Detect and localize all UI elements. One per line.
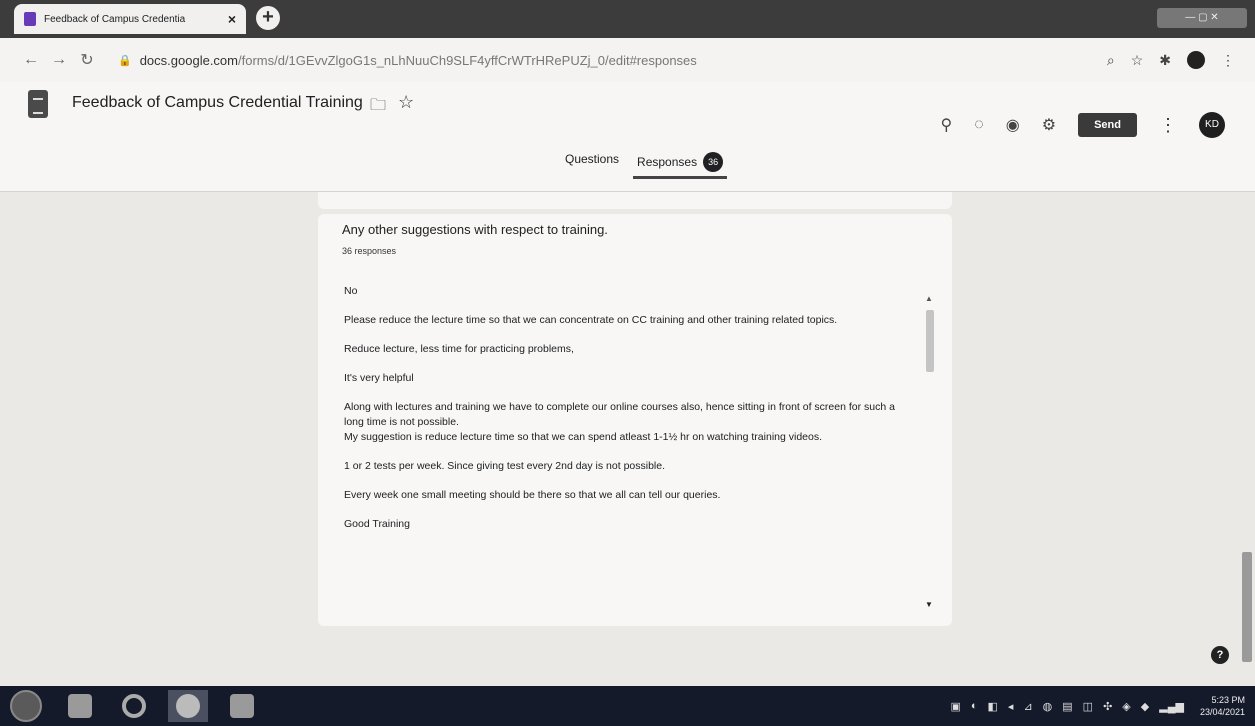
tray-icon[interactable]: ✣ (1103, 700, 1112, 713)
file-explorer-icon[interactable] (60, 690, 100, 722)
url-field[interactable]: docs.google.com/forms/d/1GEvvZlgoG1s_nLh… (140, 53, 1097, 68)
tray-icon[interactable]: ▤ (1062, 700, 1072, 713)
address-bar: ← → ↻ 🔒 docs.google.com/forms/d/1GEvvZlg… (0, 38, 1255, 82)
list-item: Please reduce the lecture time so that w… (344, 314, 838, 326)
question-summary-card: Any other suggestions with respect to tr… (318, 214, 952, 626)
tray-icon[interactable]: ◐ (971, 700, 978, 712)
start-button[interactable] (10, 690, 42, 722)
back-icon[interactable]: ← (20, 51, 42, 69)
scroll-thumb[interactable] (926, 310, 934, 372)
forward-icon[interactable]: → (48, 51, 70, 69)
addon-puzzle-icon[interactable]: ⚲ (941, 115, 953, 135)
search-icon[interactable]: ⌕ (1107, 52, 1115, 69)
form-header: Feedback of Campus Credential Training 🗀… (0, 82, 1255, 192)
scroll-up-arrow-icon[interactable]: ▲ (925, 294, 933, 303)
help-icon[interactable]: ? (1211, 646, 1229, 664)
tray-icon[interactable]: ◍ (1043, 700, 1053, 713)
signal-icon[interactable]: ▂▄▆ (1159, 700, 1184, 713)
clock[interactable]: 5:23 PM 23/04/2021 (1200, 694, 1245, 718)
bookmark-star-icon[interactable]: ☆ (1131, 52, 1144, 69)
tab-questions[interactable]: Questions (565, 148, 619, 179)
browser-menu-icon[interactable]: ⋮ (1221, 52, 1235, 69)
list-item: No (344, 285, 358, 297)
list-item: Good Training (344, 518, 410, 530)
tray-icon[interactable]: ◫ (1083, 700, 1093, 713)
responses-area: Any other suggestions with respect to tr… (0, 192, 1255, 686)
window-controls[interactable]: — ▢ ✕ (1157, 8, 1247, 28)
taskbar: ▣ ◐ ◧ ◂ ⊿ ◍ ▤ ◫ ✣ ◈ ◆ ▂▄▆ 5:23 PM 23/04/… (0, 686, 1255, 726)
lock-icon[interactable]: 🔒 (118, 54, 132, 67)
forms-logo-icon[interactable] (28, 90, 48, 118)
list-item: Every week one small meeting should be t… (344, 489, 721, 501)
volume-icon[interactable]: ◂ (1008, 700, 1014, 713)
extensions-icon[interactable]: ✱ (1159, 52, 1171, 69)
scroll-down-arrow-icon[interactable]: ▼ (925, 600, 933, 609)
system-tray: ▣ ◐ ◧ ◂ ⊿ ◍ ▤ ◫ ✣ ◈ ◆ ▂▄▆ 5:23 PM 23/04/… (950, 694, 1245, 718)
browser-tab[interactable]: Feedback of Campus Credentia × (14, 4, 246, 34)
list-item: It's very helpful (344, 372, 414, 384)
reload-icon[interactable]: ↻ (76, 50, 98, 70)
tray-icon[interactable]: ▣ (950, 700, 960, 713)
tab-close-icon[interactable]: × (228, 11, 236, 27)
question-title: Any other suggestions with respect to tr… (342, 222, 608, 237)
clock-date: 23/04/2021 (1199, 707, 1245, 717)
preview-eye-icon[interactable]: ◉ (1006, 115, 1020, 135)
opera-icon[interactable] (114, 690, 154, 722)
account-avatar[interactable]: KD (1199, 112, 1225, 138)
chrome-icon[interactable] (168, 690, 208, 722)
clock-time: 5:23 PM (1211, 695, 1245, 705)
page-scrollbar[interactable] (1242, 552, 1252, 662)
list-item: 1 or 2 tests per week. Since giving test… (344, 460, 666, 472)
word-icon[interactable] (222, 690, 262, 722)
star-icon[interactable]: ☆ (398, 92, 414, 113)
tray-icon[interactable]: ◧ (988, 700, 998, 713)
folder-icon[interactable]: 🗀 (370, 94, 386, 121)
network-icon[interactable]: ⊿ (1023, 700, 1032, 713)
list-item: Reduce lecture, less time for practicing… (344, 343, 574, 355)
form-tabs: Questions Responses 36 (565, 148, 728, 179)
new-tab-button[interactable]: + (256, 6, 280, 30)
responses-count-badge: 36 (703, 152, 724, 172)
response-count: 36 responses (342, 246, 397, 256)
list-item: Along with lectures and training we have… (344, 401, 895, 443)
tray-icon[interactable]: ◈ (1122, 700, 1130, 713)
profile-avatar[interactable] (1187, 51, 1205, 69)
tab-responses[interactable]: Responses 36 (633, 148, 728, 179)
form-title[interactable]: Feedback of Campus Credential Training (72, 94, 363, 112)
tray-icon[interactable]: ◆ (1141, 700, 1149, 713)
send-button[interactable]: Send (1078, 113, 1137, 137)
tab-title: Feedback of Campus Credentia (44, 13, 186, 25)
forms-favicon-icon (24, 12, 36, 26)
browser-tabstrip: Feedback of Campus Credentia × + — ▢ ✕ (0, 0, 1255, 38)
tab-responses-label: Responses (637, 155, 698, 169)
more-options-icon[interactable]: ⋮ (1159, 115, 1177, 136)
settings-gear-icon[interactable]: ⚙ (1042, 115, 1056, 135)
response-list[interactable]: No Please reduce the lecture time so tha… (332, 284, 918, 604)
palette-icon[interactable]: ◌ (974, 116, 984, 134)
response-list-scrollbar[interactable]: ▲ ▼ (924, 294, 936, 612)
previous-question-card (318, 192, 952, 209)
